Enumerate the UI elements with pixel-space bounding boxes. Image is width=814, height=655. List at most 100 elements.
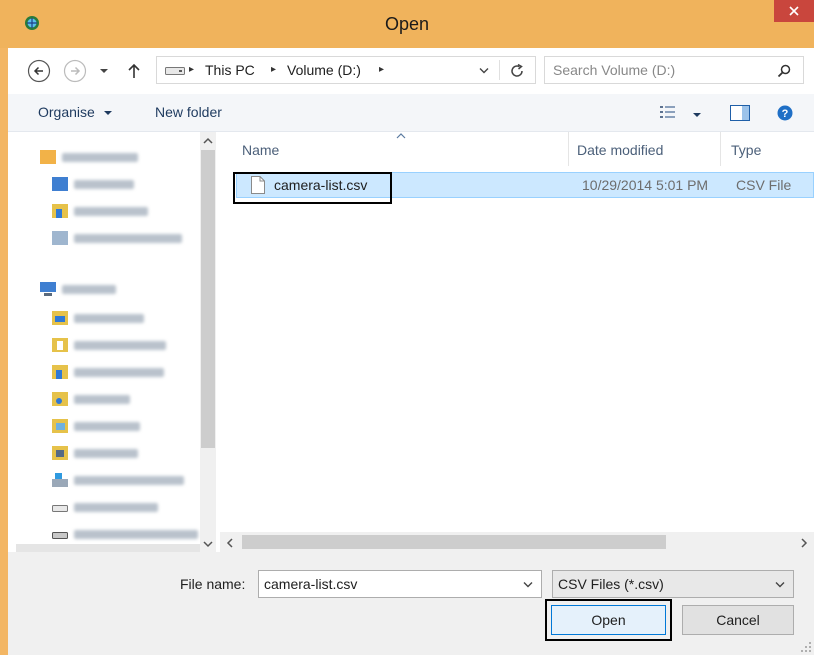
chevron-down-icon (103, 111, 112, 116)
file-type-filter-select[interactable]: CSV Files (*.csv) (552, 570, 794, 598)
address-bar[interactable]: ▸ This PC ▸ Volume (D:) ▸ (156, 56, 536, 84)
nav-item-desktop[interactable] (52, 173, 134, 195)
breadcrumb-separator-icon: ▸ (189, 64, 195, 75)
nav-item-local-disk[interactable] (52, 469, 184, 491)
search-placeholder: Search Volume (D:) (553, 62, 676, 78)
navigation-pane (8, 132, 220, 570)
blurred-label (74, 421, 140, 431)
blurred-label (74, 448, 138, 458)
blurred-label (74, 367, 164, 377)
scrollbar-thumb[interactable] (242, 535, 666, 549)
navigation-vertical-scrollbar[interactable] (200, 132, 216, 560)
scroll-down-icon[interactable] (203, 540, 213, 548)
blurred-label (62, 152, 138, 162)
chevron-down-icon[interactable] (523, 581, 533, 589)
help-icon[interactable]: ? (777, 105, 793, 121)
scroll-right-icon[interactable] (800, 538, 808, 548)
sort-ascending-icon (396, 133, 406, 139)
resize-grip-icon[interactable] (800, 641, 812, 653)
nav-item-desktop-pc[interactable] (52, 307, 144, 329)
scroll-left-icon[interactable] (226, 538, 234, 548)
file-name-combobox[interactable]: camera-list.csv (258, 570, 542, 598)
system-drive-icon (52, 473, 68, 487)
column-header-date-modified[interactable]: Date modified (568, 132, 720, 166)
chevron-down-icon (100, 69, 108, 73)
file-list: Name Date modified Type camera-list.csv … (220, 132, 814, 552)
nav-item-documents[interactable] (52, 334, 166, 356)
command-bar: Organise New folder ? (8, 94, 814, 132)
downloads-folder-icon (52, 204, 68, 218)
nav-item-recent-places[interactable] (52, 227, 182, 249)
close-button[interactable] (774, 0, 814, 22)
file-selection-focus-outline (233, 172, 392, 204)
documents-folder-icon (52, 338, 68, 352)
view-options-button[interactable] (660, 105, 702, 122)
back-button[interactable] (26, 58, 52, 84)
details-view-icon (660, 106, 675, 118)
drive-icon (52, 505, 68, 512)
organise-menu[interactable]: Organise (38, 104, 113, 120)
scroll-up-icon[interactable] (203, 137, 213, 145)
file-type-filter-value: CSV Files (*.csv) (558, 576, 664, 592)
blurred-label (74, 340, 166, 350)
up-button[interactable] (124, 58, 144, 84)
title-bar[interactable]: Open (0, 0, 814, 48)
star-icon (40, 150, 56, 164)
downloads-folder-icon (52, 365, 68, 379)
search-input[interactable]: Search Volume (D:) (544, 56, 804, 84)
nav-item-drive[interactable] (52, 523, 198, 545)
up-arrow-icon (128, 63, 140, 78)
search-icon[interactable] (777, 64, 791, 78)
desktop-folder-icon (52, 311, 68, 325)
videos-folder-icon (52, 446, 68, 460)
nav-item-downloads[interactable] (52, 200, 148, 222)
nav-item-favourites[interactable] (40, 146, 138, 168)
drive-icon (165, 67, 185, 75)
address-divider (499, 60, 500, 80)
recent-locations-button[interactable] (96, 58, 112, 84)
nav-item-music[interactable] (52, 388, 130, 410)
blurred-label (74, 529, 198, 539)
nav-item-this-pc[interactable] (40, 278, 116, 300)
nav-item-pictures[interactable] (52, 415, 140, 437)
dialog-client-area: ▸ This PC ▸ Volume (D:) ▸ Search Volume … (8, 48, 814, 655)
drive-icon (52, 532, 68, 539)
dialog-footer: File name: camera-list.csv CSV Files (*.… (8, 552, 814, 655)
column-header-name-label: Name (242, 142, 280, 158)
back-arrow-icon (27, 59, 51, 83)
refresh-icon[interactable] (509, 63, 525, 79)
preview-pane-icon[interactable] (730, 105, 750, 121)
nav-item-volume-d[interactable] (52, 496, 158, 518)
file-name-value: camera-list.csv (264, 576, 358, 592)
new-folder-button[interactable]: New folder (155, 104, 222, 120)
cancel-button[interactable]: Cancel (682, 605, 794, 635)
forward-arrow-icon (63, 59, 87, 83)
file-type: CSV File (736, 177, 792, 193)
breadcrumb-separator-icon: ▸ (379, 64, 385, 75)
pictures-folder-icon (52, 419, 68, 433)
address-dropdown-icon[interactable] (479, 67, 489, 75)
breadcrumb-this-pc[interactable]: This PC (205, 62, 255, 78)
close-icon (789, 6, 799, 16)
music-folder-icon (52, 392, 68, 406)
column-header-name[interactable]: Name (220, 132, 570, 166)
breadcrumb-separator-icon: ▸ (271, 64, 277, 75)
computer-icon (40, 282, 56, 296)
chevron-down-icon[interactable] (775, 581, 785, 589)
column-header-type[interactable]: Type (720, 132, 814, 166)
open-button[interactable]: Open (551, 605, 666, 635)
blurred-label (74, 206, 148, 216)
file-list-horizontal-scrollbar[interactable] (220, 532, 814, 552)
organise-label: Organise (38, 104, 95, 120)
blurred-label (74, 475, 184, 485)
column-header-date-label: Date modified (577, 142, 664, 158)
window-title: Open (384, 14, 430, 34)
nav-item-downloads-pc[interactable] (52, 361, 164, 383)
nav-item-videos[interactable] (52, 442, 138, 464)
column-header-type-label: Type (731, 142, 762, 158)
breadcrumb-volume-d[interactable]: Volume (D:) (287, 62, 361, 78)
recent-places-icon (52, 231, 68, 245)
forward-button[interactable] (62, 58, 88, 84)
scrollbar-thumb[interactable] (201, 150, 215, 448)
blurred-label (62, 284, 116, 294)
